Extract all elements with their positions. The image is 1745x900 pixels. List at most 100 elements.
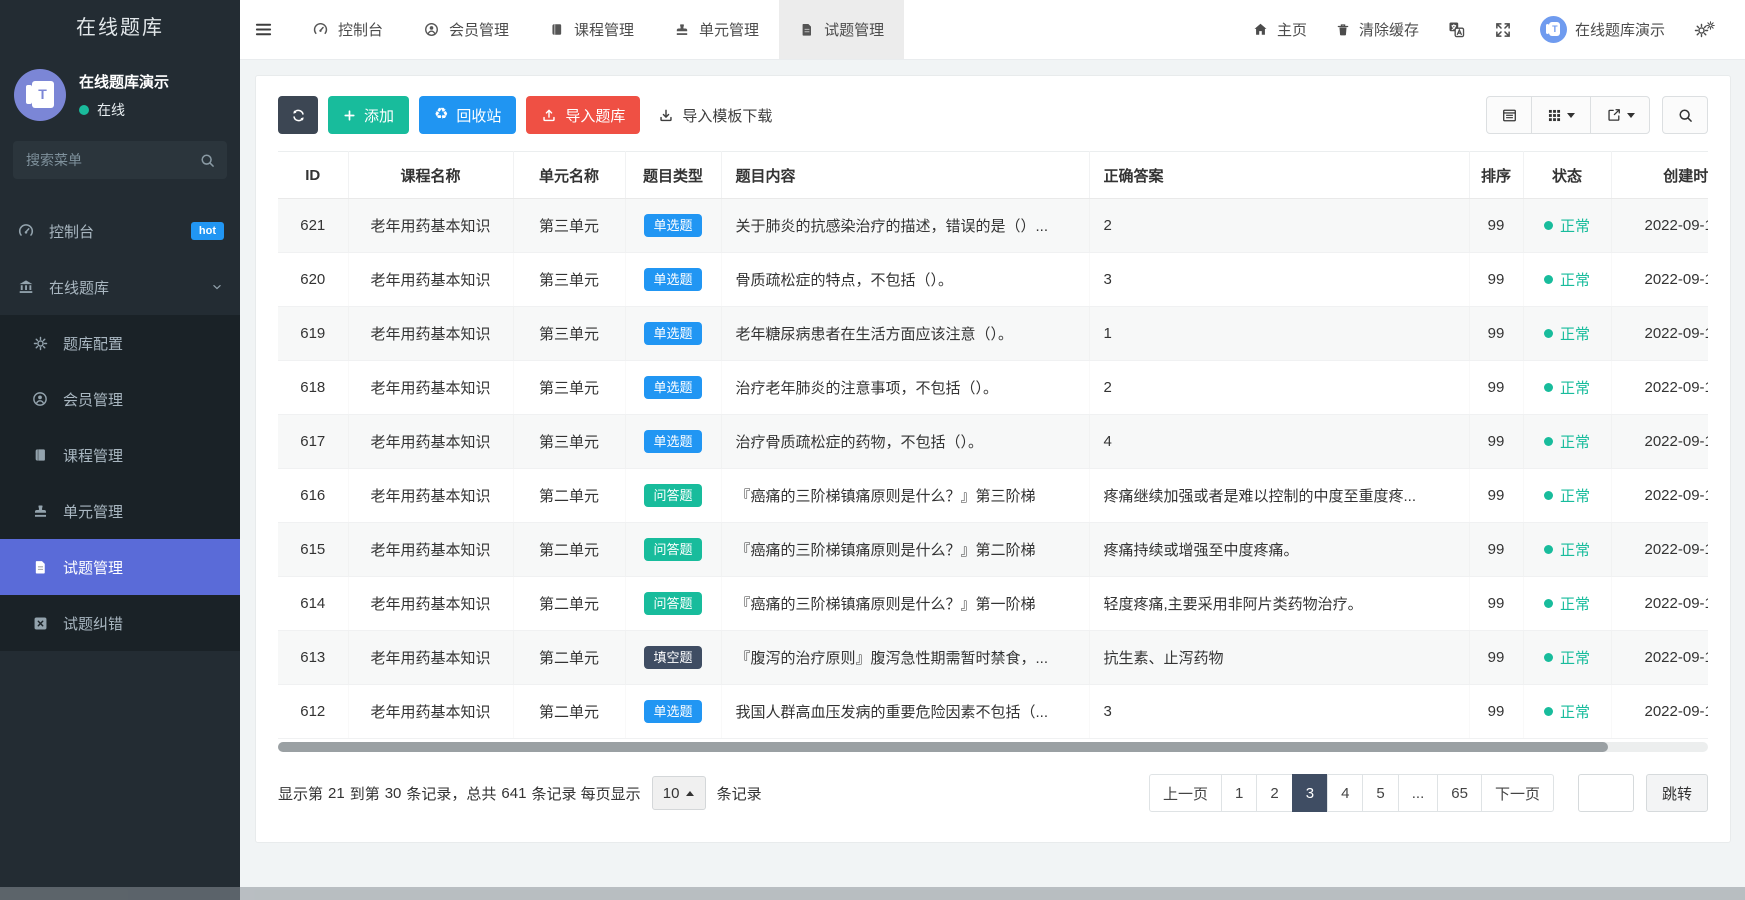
sidebar-item-question-bank[interactable]: 在线题库	[0, 259, 240, 315]
table-cell: 治疗骨质疏松症的药物，不包括（）。	[721, 415, 1089, 469]
table-body: 621老年用药基本知识第三单元单选题关于肺炎的抗感染治疗的描述，错误的是（）..…	[278, 199, 1708, 739]
translate-button[interactable]	[1433, 0, 1480, 59]
type-cell: 单选题	[625, 685, 721, 739]
table-cell: 老年用药基本知识	[348, 685, 513, 739]
tab-members[interactable]: 会员管理	[403, 0, 529, 59]
fullscreen-button[interactable]	[1480, 0, 1526, 59]
summary-text: 条记录 每页显示	[531, 783, 640, 804]
table-cell: 99	[1469, 253, 1523, 307]
sidebar-item-units[interactable]: 单元管理	[0, 483, 240, 539]
caret-down-icon	[1567, 113, 1575, 118]
question-type-badge: 填空题	[644, 646, 701, 669]
import-button[interactable]: 导入题库	[526, 96, 640, 134]
type-cell: 单选题	[625, 253, 721, 307]
table-cell: 关于肺炎的抗感染治疗的描述，错误的是（）...	[721, 199, 1089, 253]
panel-card: 添加 ♻ 回收站 导入题库 导入模板下载	[255, 75, 1731, 843]
menu-toggle-icon[interactable]	[240, 0, 286, 59]
table-cell: 老年用药基本知识	[348, 415, 513, 469]
tab-courses[interactable]: 课程管理	[529, 0, 654, 59]
sidebar-item-label: 试题管理	[63, 557, 123, 578]
page-number-button[interactable]: 3	[1292, 774, 1328, 812]
template-download-link[interactable]: 导入模板下载	[658, 105, 772, 126]
add-button[interactable]: 添加	[328, 96, 409, 134]
table-cell: 第二单元	[513, 469, 625, 523]
user-menu[interactable]: T 在线题库演示	[1526, 0, 1679, 59]
recycle-bin-button[interactable]: ♻ 回收站	[419, 96, 516, 134]
table-cell: 老年用药基本知识	[348, 577, 513, 631]
questions-table-wrap: ID课程名称单元名称题目类型题目内容正确答案排序状态创建时间 621老年用药基本…	[278, 151, 1708, 739]
settings-button[interactable]	[1679, 0, 1731, 59]
type-cell: 问答题	[625, 469, 721, 523]
status-badge: 正常	[1544, 377, 1590, 398]
template-download-label: 导入模板下载	[682, 105, 772, 126]
page-number-button[interactable]: 4	[1327, 774, 1363, 812]
user-avatar[interactable]: T	[14, 69, 66, 121]
trash-icon	[1335, 22, 1351, 38]
sidebar-item-questions[interactable]: 试题管理	[0, 539, 240, 595]
columns-button[interactable]	[1531, 96, 1591, 134]
table-cell: 第二单元	[513, 577, 625, 631]
sidebar-search-input[interactable]	[13, 141, 227, 179]
scrollbar-thumb[interactable]	[278, 742, 1608, 752]
table-row[interactable]: 612老年用药基本知识第二单元单选题我国人群高血压发病的重要危险因素不包括（..…	[278, 685, 1708, 739]
table-row[interactable]: 614老年用药基本知识第二单元问答题『癌痛的三阶梯镇痛原则是什么？』第一阶梯轻度…	[278, 577, 1708, 631]
table-row[interactable]: 613老年用药基本知识第二单元填空题『腹泻的治疗原则』腹泻急性期需暂时禁食，..…	[278, 631, 1708, 685]
sidebar-item-label: 控制台	[49, 221, 94, 242]
summary-text: 条记录，总共	[406, 783, 496, 804]
refresh-button[interactable]	[278, 96, 318, 134]
sidebar-item-question-errors[interactable]: 试题纠错	[0, 595, 240, 651]
page-number-button[interactable]: 2	[1256, 774, 1292, 812]
page-number-button[interactable]: 1	[1221, 774, 1257, 812]
table-row[interactable]: 615老年用药基本知识第二单元问答题『癌痛的三阶梯镇痛原则是什么？』第二阶梯疼痛…	[278, 523, 1708, 577]
tab-units[interactable]: 单元管理	[654, 0, 779, 59]
page-next-button[interactable]: 下一页	[1481, 774, 1554, 812]
sidebar: 在线题库 T 在线题库演示 在线	[0, 0, 240, 900]
table-cell: 99	[1469, 415, 1523, 469]
toolbar-right-group	[1486, 96, 1708, 134]
online-dot	[79, 105, 89, 115]
table-cell: 第二单元	[513, 631, 625, 685]
sidebar-item-bank-config[interactable]: 题库配置	[0, 315, 240, 371]
table-row[interactable]: 616老年用药基本知识第二单元问答题『癌痛的三阶梯镇痛原则是什么？』第三阶梯疼痛…	[278, 469, 1708, 523]
page-horizontal-scrollbar[interactable]	[0, 887, 1745, 900]
table-cell: 疼痛持续或增强至中度疼痛。	[1089, 523, 1469, 577]
page-size-select[interactable]: 10	[652, 776, 706, 810]
export-icon	[1606, 107, 1622, 123]
sidebar-item-courses[interactable]: 课程管理	[0, 427, 240, 483]
search-toggle-button[interactable]	[1662, 96, 1708, 134]
clear-cache-link[interactable]: 清除缓存	[1321, 0, 1433, 59]
hot-badge: hot	[191, 222, 224, 240]
tab-dashboard[interactable]: 控制台	[292, 0, 403, 59]
recycle-label: 回收站	[456, 105, 501, 126]
home-link[interactable]: 主页	[1238, 0, 1321, 59]
question-type-badge: 问答题	[644, 538, 701, 561]
table-cell: 613	[278, 631, 348, 685]
page-number-button[interactable]: 5	[1362, 774, 1398, 812]
table-cell: 2022-09-16	[1611, 361, 1708, 415]
detail-view-button[interactable]	[1486, 96, 1532, 134]
type-cell: 单选题	[625, 361, 721, 415]
table-row[interactable]: 619老年用药基本知识第三单元单选题老年糖尿病患者在生活方面应该注意（）。199…	[278, 307, 1708, 361]
export-button[interactable]	[1590, 96, 1650, 134]
page-number-button[interactable]: 65	[1437, 774, 1482, 812]
type-cell: 填空题	[625, 631, 721, 685]
table-row[interactable]: 617老年用药基本知识第三单元单选题治疗骨质疏松症的药物，不包括（）。499正常…	[278, 415, 1708, 469]
jump-button[interactable]: 跳转	[1646, 774, 1708, 812]
jump-page-input[interactable]	[1578, 774, 1634, 812]
sidebar-item-members[interactable]: 会员管理	[0, 371, 240, 427]
table-cell: 618	[278, 361, 348, 415]
tab-questions[interactable]: 试题管理	[779, 0, 904, 59]
sidebar-item-dashboard[interactable]: 控制台 hot	[0, 203, 240, 259]
table-cell: 抗生素、止泻药物	[1089, 631, 1469, 685]
type-cell: 单选题	[625, 307, 721, 361]
table-row[interactable]: 618老年用药基本知识第三单元单选题治疗老年肺炎的注意事项，不包括（）。299正…	[278, 361, 1708, 415]
search-icon	[1677, 107, 1694, 124]
table-cell: 3	[1089, 253, 1469, 307]
download-icon	[658, 107, 674, 123]
page-ellipsis[interactable]: ...	[1398, 774, 1439, 812]
home-label: 主页	[1277, 19, 1307, 40]
table-row[interactable]: 620老年用药基本知识第三单元单选题骨质疏松症的特点，不包括（）。399正常20…	[278, 253, 1708, 307]
table-row[interactable]: 621老年用药基本知识第三单元单选题关于肺炎的抗感染治疗的描述，错误的是（）..…	[278, 199, 1708, 253]
pagination-row: 显示第 21 到第 30 条记录，总共 641 条记录 每页显示 10 条记录	[278, 774, 1708, 812]
page-prev-button[interactable]: 上一页	[1149, 774, 1222, 812]
